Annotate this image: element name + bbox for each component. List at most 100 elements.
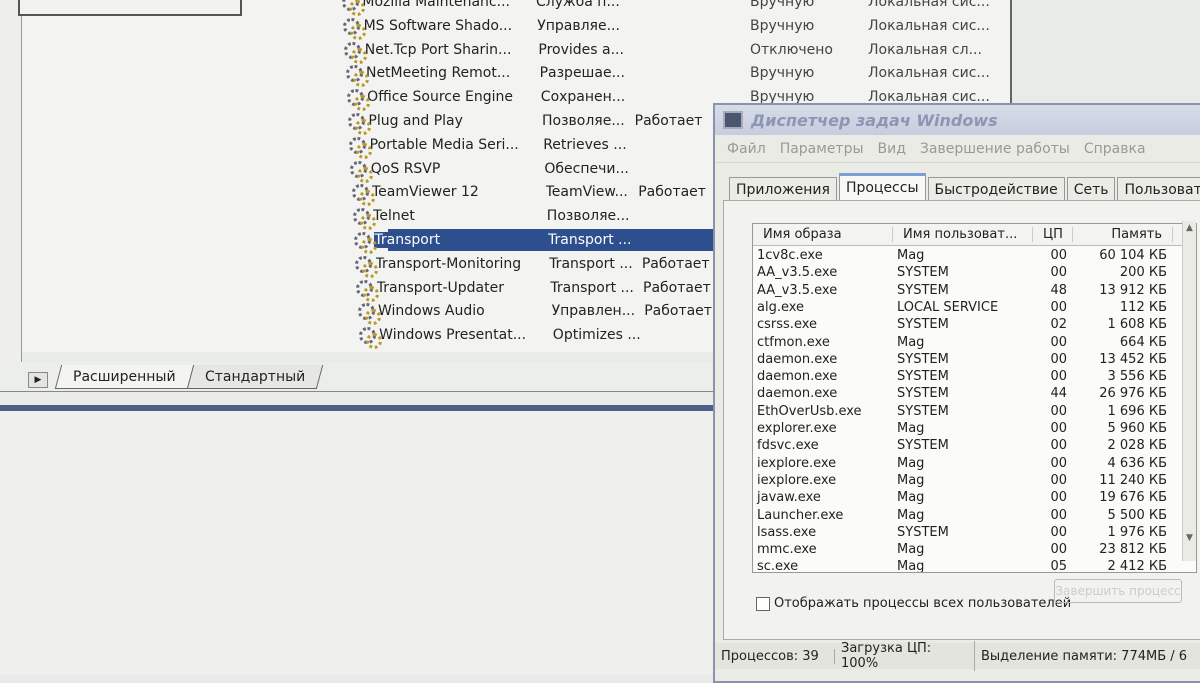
- process-cpu: 00: [1050, 438, 1067, 454]
- tab-network[interactable]: Сеть: [1066, 177, 1116, 201]
- service-row[interactable]: Transport Transport ...: [352, 229, 724, 254]
- process-row[interactable]: csrss.exe SYSTEM 02 1 608 КБ: [757, 317, 1177, 334]
- process-row[interactable]: daemon.exe SYSTEM 44 26 976 КБ: [757, 386, 1177, 403]
- process-row[interactable]: fdsvc.exe SYSTEM 00 2 028 КБ: [757, 438, 1177, 455]
- service-gear-icon: [354, 279, 380, 302]
- process-row[interactable]: javaw.exe Mag 00 19 676 КБ: [757, 490, 1177, 507]
- scrollbar[interactable]: ▲ ▼: [1182, 221, 1196, 561]
- process-image-name: lsass.exe: [757, 524, 817, 540]
- service-name: QoS RSVP: [370, 160, 441, 177]
- process-memory: 19 676 КБ: [1099, 490, 1167, 506]
- process-row[interactable]: mmc.exe Mag 00 23 812 КБ: [757, 542, 1177, 559]
- service-row[interactable]: Net.Tcp Port Sharin... Provides a...: [342, 39, 714, 64]
- service-startup-logon: Вручную Локальная сис...: [750, 18, 990, 34]
- tab-applications[interactable]: Приложения: [729, 177, 837, 201]
- process-row[interactable]: EthOverUsb.exe SYSTEM 00 1 696 КБ: [757, 404, 1177, 421]
- service-desc: Позволяе...: [546, 208, 630, 225]
- service-row[interactable]: TeamViewer 12 TeamView... Работает: [350, 181, 722, 207]
- checkbox-box[interactable]: [756, 596, 770, 611]
- process-image-name: explorer.exe: [757, 421, 837, 436]
- service-row[interactable]: NetMeeting Remot... Разрешае...: [344, 62, 716, 88]
- service-startup-type: Отключено: [750, 41, 833, 58]
- col-user-name[interactable]: Имя пользоват...: [893, 227, 1033, 242]
- service-row[interactable]: QoS RSVP Обеспечи...: [348, 158, 720, 183]
- process-row[interactable]: alg.exe LOCAL SERVICE 00 112 КБ: [757, 300, 1177, 317]
- service-row[interactable]: Transport-Updater Transport ... Работает: [354, 277, 726, 302]
- process-cpu: 05: [1050, 559, 1067, 573]
- process-user: LOCAL SERVICE: [897, 299, 999, 315]
- status-process-count: Процессов: 39: [715, 648, 835, 664]
- process-memory: 13 452 КБ: [1099, 351, 1167, 367]
- process-cpu: 00: [1050, 265, 1067, 281]
- service-startup-type: Вручную: [750, 65, 815, 82]
- service-startup-logon: Вручную Локальная сис...: [750, 0, 990, 10]
- process-cpu: 00: [1050, 369, 1067, 385]
- service-row[interactable]: Plug and Play Позволяе... Работает: [346, 110, 718, 135]
- service-row[interactable]: Windows Audio Управлен... Работает: [356, 300, 728, 326]
- tab-standard[interactable]: Стандартный: [186, 365, 324, 389]
- tab-extended[interactable]: Расширенный: [54, 365, 194, 389]
- status-bar: Процессов: 39 Загрузка ЦП: 100% Выделени…: [715, 641, 1200, 671]
- title-bar[interactable]: Диспетчер задач Windows: [715, 105, 1200, 135]
- tab-users[interactable]: Пользователи: [1117, 177, 1200, 201]
- service-row[interactable]: Windows Presentat... Optimizes ...: [357, 324, 729, 350]
- scroll-right-button[interactable]: ▶: [28, 372, 48, 388]
- tab-performance[interactable]: Быстродействие: [927, 177, 1065, 201]
- service-logon: Локальная сис...: [868, 65, 990, 82]
- process-row[interactable]: iexplore.exe Mag 00 4 636 КБ: [757, 456, 1177, 473]
- process-image-name: fdsvc.exe: [757, 438, 819, 454]
- menu-view[interactable]: Вид: [878, 141, 906, 157]
- service-name: Mozilla Maintenanc...: [362, 0, 510, 10]
- process-row[interactable]: daemon.exe SYSTEM 00 3 556 КБ: [757, 369, 1177, 386]
- service-row[interactable]: Telnet Позволяе...: [351, 205, 723, 231]
- process-row[interactable]: AA_v3.5.exe SYSTEM 48 13 912 КБ: [757, 283, 1177, 300]
- service-row[interactable]: Office Source Engine Сохранен...: [345, 86, 717, 112]
- process-cpu: 48: [1050, 282, 1067, 298]
- process-row[interactable]: ctfmon.exe Mag 00 664 КБ: [757, 335, 1177, 352]
- col-image-name[interactable]: Имя образа: [753, 227, 893, 242]
- process-row[interactable]: AA_v3.5.exe SYSTEM 00 200 КБ: [757, 265, 1177, 282]
- service-status: Работает: [634, 113, 703, 129]
- service-desc: Transport ...: [550, 279, 634, 296]
- service-row[interactable]: Portable Media Seri... Retrieves ...: [347, 134, 719, 159]
- menu-help[interactable]: Справка: [1084, 141, 1146, 157]
- service-logon: Локальная сис...: [868, 0, 990, 10]
- process-user: Mag: [897, 490, 925, 506]
- process-memory: 13 912 КБ: [1099, 282, 1167, 298]
- service-name: TeamViewer 12: [371, 184, 479, 201]
- process-row[interactable]: 1cv8c.exe Mag 00 60 104 КБ: [757, 248, 1177, 265]
- process-image-name: daemon.exe: [757, 351, 838, 367]
- process-memory: 112 КБ: [1119, 299, 1167, 315]
- service-desc: Сохранен...: [540, 89, 626, 106]
- service-row[interactable]: Mozilla Maintenanc... Служба п...: [340, 0, 712, 16]
- process-memory: 2 028 КБ: [1107, 438, 1168, 454]
- process-image-name: AA_v3.5.exe: [757, 282, 838, 298]
- tab-processes[interactable]: Процессы: [838, 173, 926, 202]
- service-gear-icon: [340, 0, 366, 16]
- menu-file[interactable]: Файл: [727, 141, 766, 157]
- service-logon: Локальная сл...: [868, 41, 982, 58]
- process-memory: 200 КБ: [1119, 265, 1167, 281]
- process-cpu: 00: [1050, 403, 1067, 419]
- process-user: SYSTEM: [897, 403, 949, 419]
- service-startup-logon: Вручную Локальная сис...: [750, 65, 990, 81]
- menu-options[interactable]: Параметры: [780, 141, 864, 157]
- process-row[interactable]: sc.exe Mag 05 2 412 КБ: [757, 559, 1177, 573]
- process-row[interactable]: iexplore.exe Mag 00 11 240 КБ: [757, 473, 1177, 490]
- service-desc: Retrieves ...: [543, 136, 627, 153]
- process-row[interactable]: Launcher.exe Mag 00 5 500 КБ: [757, 508, 1177, 525]
- process-user: Mag: [897, 248, 925, 263]
- col-memory[interactable]: Память: [1073, 227, 1173, 242]
- task-manager-window: Диспетчер задач Windows Файл Параметры В…: [713, 103, 1200, 683]
- process-row[interactable]: explorer.exe Mag 00 5 960 КБ: [757, 421, 1177, 438]
- service-name: Portable Media Seri...: [369, 136, 519, 153]
- col-cpu[interactable]: ЦП: [1033, 227, 1073, 242]
- process-cpu: 00: [1050, 334, 1067, 350]
- show-all-users-checkbox[interactable]: Отображать процессы всех пользователей: [756, 596, 1071, 611]
- service-row[interactable]: MS Software Shado... Управляе...: [341, 15, 713, 40]
- process-row[interactable]: daemon.exe SYSTEM 00 13 452 КБ: [757, 352, 1177, 369]
- process-row[interactable]: lsass.exe SYSTEM 00 1 976 КБ: [757, 525, 1177, 542]
- end-process-button[interactable]: Завершить процесс: [1054, 579, 1182, 603]
- service-row[interactable]: Transport-Monitoring Transport ... Работае…: [353, 253, 725, 278]
- menu-shutdown[interactable]: Завершение работы: [920, 141, 1070, 157]
